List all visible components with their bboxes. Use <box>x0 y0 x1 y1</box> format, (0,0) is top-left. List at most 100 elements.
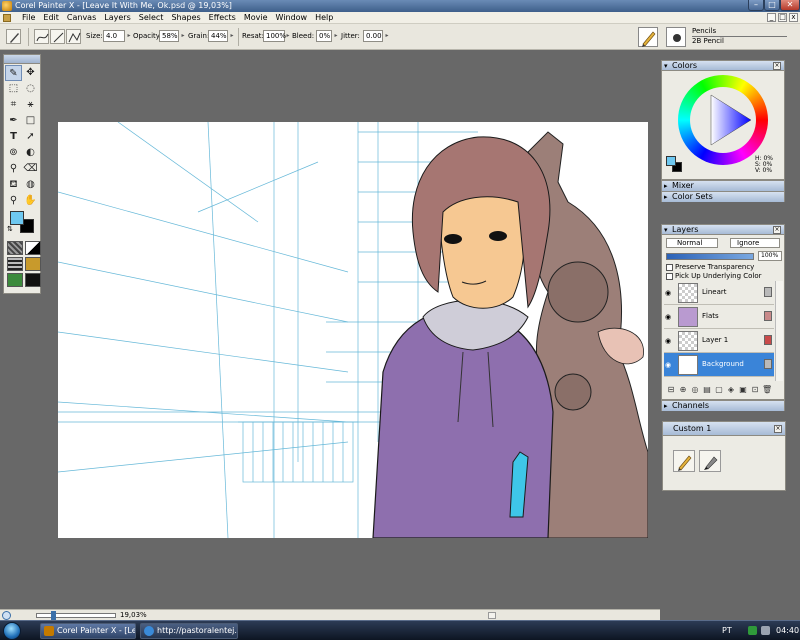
layers-panel-header[interactable]: ▾ Layers × <box>662 225 784 235</box>
preserve-transparency-row[interactable]: Preserve Transparency <box>666 263 754 272</box>
brush-icon[interactable]: ✎ <box>5 65 22 81</box>
horizontal-scroll-thumb[interactable] <box>488 612 496 619</box>
expand-arrow-icon[interactable]: ▸ <box>664 181 668 191</box>
bleed-spinner[interactable]: ▸ <box>333 30 339 42</box>
menu-edit[interactable]: Edit <box>39 13 63 23</box>
eraser-icon[interactable]: ⌫ <box>22 161 39 177</box>
brush-variant-selector[interactable] <box>666 27 686 47</box>
grain-field[interactable]: 44% <box>208 30 228 42</box>
size-spinner[interactable]: ▸ <box>126 30 132 42</box>
main-color-swatch[interactable] <box>666 156 676 166</box>
layers-scrollbar[interactable] <box>775 281 783 381</box>
jitter-spinner[interactable]: ▸ <box>384 30 390 42</box>
doc-close-button[interactable]: x <box>789 13 798 22</box>
close-button[interactable]: ✕ <box>780 0 800 11</box>
size-field[interactable]: 4.0 <box>103 30 125 42</box>
burn-icon[interactable]: ◐ <box>22 145 39 161</box>
taskbar-browser-button[interactable]: http://pastoralentej... <box>140 623 238 639</box>
panel-close-icon[interactable]: × <box>774 425 782 433</box>
doc-minimize-button[interactable]: _ <box>767 13 776 22</box>
volume-icon[interactable] <box>761 626 770 635</box>
magnifier-icon[interactable]: ⚲ <box>5 193 22 209</box>
doc-restore-button[interactable]: □ <box>778 13 787 22</box>
color-sets-panel[interactable]: ▸ Color Sets <box>661 191 785 202</box>
opacity-spinner[interactable]: ▸ <box>180 30 186 42</box>
menu-file[interactable]: File <box>18 13 39 23</box>
layer-commands-icon[interactable]: ⊟ <box>666 385 676 395</box>
layer-opacity-field[interactable]: 100% <box>758 251 782 261</box>
move-icon[interactable]: ✥ <box>22 65 39 81</box>
layer-mask-icon[interactable]: ◎ <box>690 385 700 395</box>
menu-window[interactable]: Window <box>272 13 312 23</box>
visibility-eye-icon[interactable]: ◉ <box>665 289 671 297</box>
brush-variant-name[interactable]: 2B Pencil <box>692 37 724 46</box>
pattern-selector[interactable] <box>7 257 23 271</box>
weaving-selector[interactable] <box>25 257 41 271</box>
pick-up-color-checkbox[interactable] <box>666 273 673 280</box>
document-icon[interactable] <box>3 14 11 22</box>
colors-panel-header[interactable]: ▾ Colors × <box>662 61 784 71</box>
layer-attributes-icon[interactable]: ◈ <box>726 385 736 395</box>
menu-movie[interactable]: Movie <box>240 13 272 23</box>
arrow-icon[interactable]: ➚ <box>22 129 39 145</box>
channels-panel[interactable]: ▸ Channels <box>661 400 785 411</box>
zoom-icon[interactable] <box>2 611 11 620</box>
visibility-eye-icon[interactable]: ◉ <box>665 361 671 369</box>
minimize-button[interactable]: – <box>748 0 764 11</box>
visibility-eye-icon[interactable]: ◉ <box>665 337 671 345</box>
menu-canvas[interactable]: Canvas <box>63 13 100 23</box>
clock[interactable]: 04:40 <box>776 623 799 639</box>
stroke-connect-icon[interactable] <box>66 29 81 44</box>
layer-opacity-slider[interactable] <box>666 253 754 260</box>
layer-options-icon[interactable]: ⊡ <box>750 385 760 395</box>
shape-icon[interactable]: □ <box>22 113 39 129</box>
language-indicator[interactable]: PT <box>722 623 732 639</box>
collapse-arrow-icon[interactable]: ▾ <box>664 61 668 71</box>
layer-row[interactable]: ◉ Flats <box>664 305 774 329</box>
paint-bucket-icon[interactable]: ⛾ <box>5 177 22 193</box>
resat-field[interactable]: 100% <box>263 30 286 42</box>
maximize-button[interactable]: □ <box>764 0 780 11</box>
gradient-selector[interactable] <box>25 241 41 255</box>
text-icon[interactable]: T <box>5 129 22 145</box>
mixer-panel-header[interactable]: ▸ Mixer <box>662 181 784 191</box>
taskbar-painter-button[interactable]: Corel Painter X - [Lea... <box>40 623 136 639</box>
zoom-slider[interactable] <box>36 611 116 620</box>
panel-close-icon[interactable]: × <box>773 62 781 70</box>
lock-layer-icon[interactable]: ▣ <box>738 385 748 395</box>
zoom-slider-thumb[interactable] <box>51 611 56 620</box>
lasso-icon[interactable]: ◌ <box>22 81 39 97</box>
dynamic-plugins-icon[interactable]: ⊕ <box>678 385 688 395</box>
custom-palette-header[interactable]: Custom 1 × <box>663 422 785 436</box>
look-selector[interactable] <box>25 273 41 287</box>
pick-up-color-row[interactable]: Pick Up Underlying Color <box>666 272 762 281</box>
rectangle-select-icon[interactable]: ⬚ <box>5 81 22 97</box>
layer-row-selected[interactable]: ◉ Background <box>664 353 774 377</box>
layer-row[interactable]: ◉ Layer 1 <box>664 329 774 353</box>
hue-ring[interactable] <box>678 75 768 165</box>
rubber-stamp-icon[interactable]: ⊚ <box>5 145 22 161</box>
magic-wand-icon[interactable]: ⚹ <box>22 97 39 113</box>
color-sets-panel-header[interactable]: ▸ Color Sets <box>662 192 784 202</box>
mixer-panel[interactable]: ▸ Mixer <box>661 180 785 191</box>
divine-proportion-icon[interactable]: ◍ <box>22 177 39 193</box>
delete-layer-icon[interactable]: 🗑 <box>762 385 772 395</box>
new-group-icon[interactable]: ▤ <box>702 385 712 395</box>
document-canvas[interactable] <box>58 122 648 538</box>
paper-selector[interactable] <box>7 241 23 255</box>
collapse-arrow-icon[interactable]: ▾ <box>664 225 668 235</box>
opacity-field[interactable]: 58% <box>159 30 179 42</box>
brush-category-selector[interactable] <box>638 27 658 47</box>
network-icon[interactable] <box>748 626 757 635</box>
layer-row[interactable]: ◉ Lineart <box>664 281 774 305</box>
preserve-transparency-checkbox[interactable] <box>666 264 673 271</box>
start-button[interactable] <box>3 622 21 640</box>
visibility-eye-icon[interactable]: ◉ <box>665 313 671 321</box>
blend-mode-select[interactable]: Normal <box>666 238 718 248</box>
menu-effects[interactable]: Effects <box>205 13 240 23</box>
main-color-swatch[interactable] <box>10 211 24 225</box>
channels-panel-header[interactable]: ▸ Channels <box>662 401 784 411</box>
ink-pen-variant-icon[interactable] <box>699 450 721 472</box>
bleed-field[interactable]: 0% <box>316 30 332 42</box>
menu-shapes[interactable]: Shapes <box>167 13 204 23</box>
